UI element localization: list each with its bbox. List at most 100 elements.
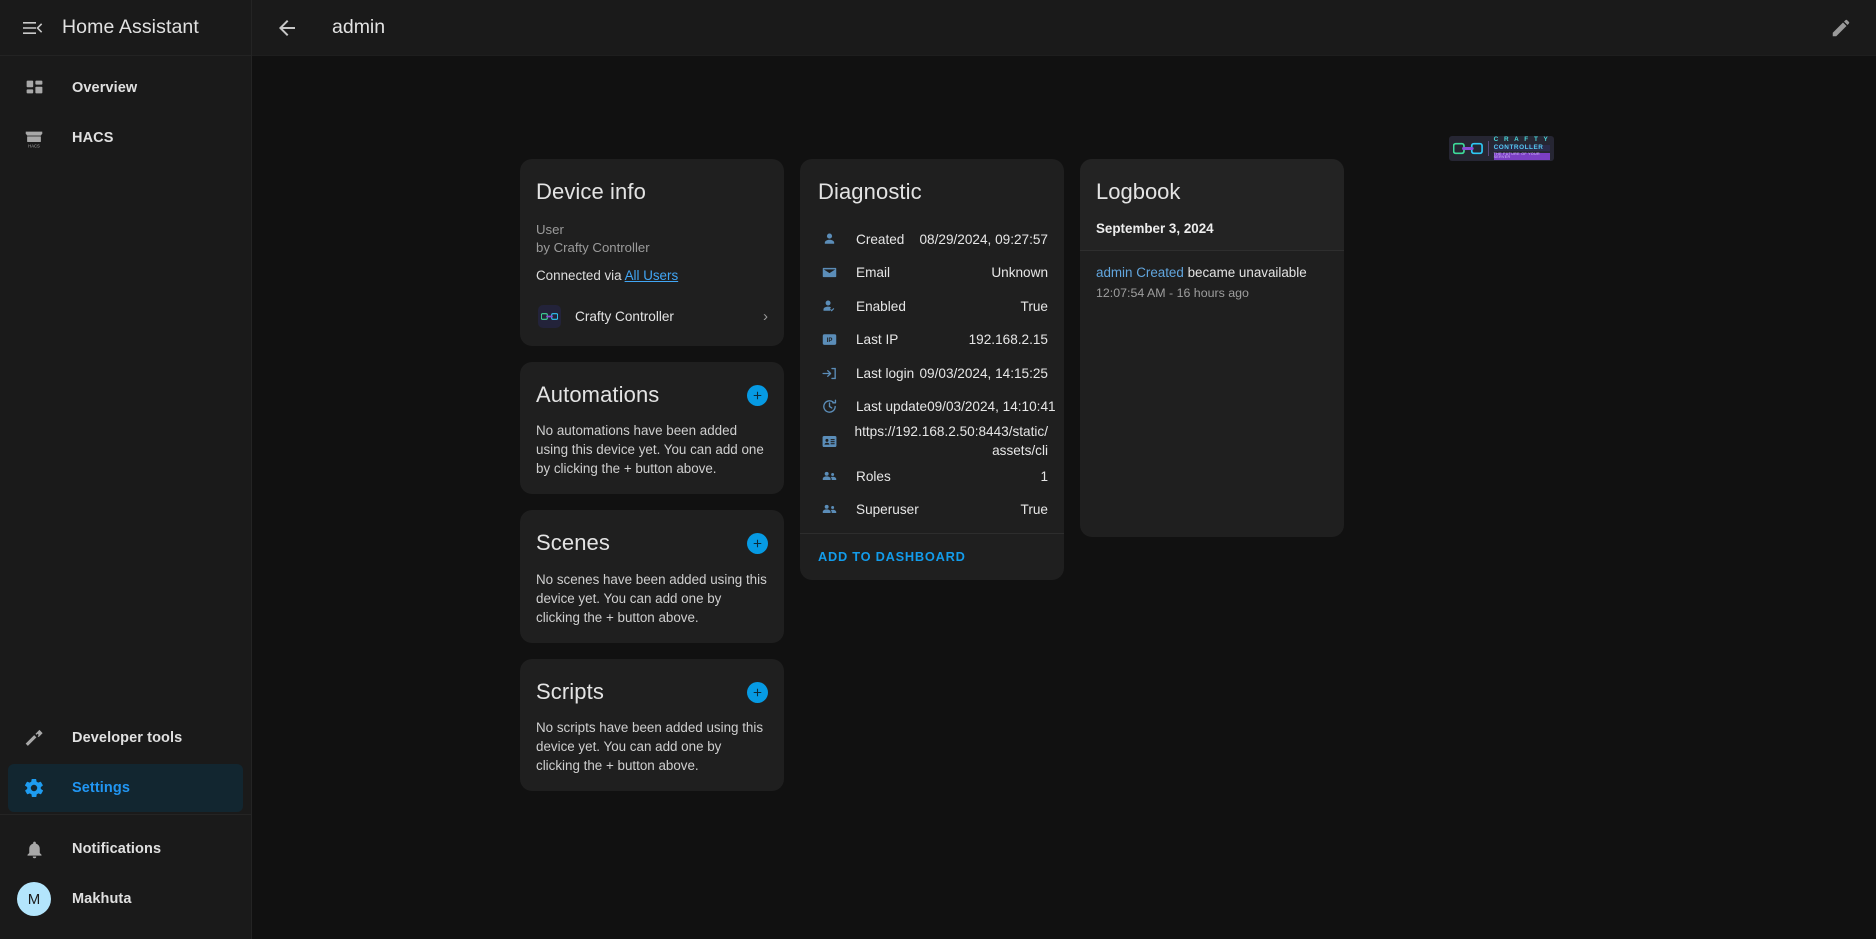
diagnostic-value: True [1020,298,1048,314]
diagnostic-key: Superuser [856,502,919,518]
via-device-name: Crafty Controller [575,308,674,324]
diagnostic-value: 08/29/2024, 09:27:57 [919,231,1048,247]
scenes-title: Scenes [536,530,610,556]
diagnostic-key: Last IP [856,332,899,348]
device-manufacturer: by Crafty Controller [536,240,650,256]
device-info-card: Device info User by Crafty Controller Co… [520,159,784,346]
column-left: Device info User by Crafty Controller Co… [520,159,784,792]
dashboard-icon [20,78,48,99]
diagnostic-rows: Created 08/29/2024, 09:27:57 Email Unkno… [818,222,1056,527]
connected-via-prefix: Connected via [536,267,625,283]
device-info-title: Device info [536,179,646,204]
account-group-icon [818,501,840,518]
hammer-icon [20,727,48,749]
add-automation-button[interactable] [747,384,768,406]
diagnostic-value: https://192.168.2.50:8443/static/assets/… [854,424,1048,458]
diagnostic-value: 1 [1040,468,1048,484]
diagnostic-key: Last update [856,399,928,415]
diagnostic-value: True [1020,502,1048,518]
scenes-card: Scenes No scenes have been added using t… [520,510,784,643]
column-middle: Diagnostic Created 08/29/2024, 09:27:57 [800,159,1064,791]
add-script-button[interactable] [747,681,768,703]
app-title: Home Assistant [62,16,199,38]
login-icon [818,365,840,382]
add-to-dashboard-button[interactable]: ADD TO DASHBOARD [818,549,966,564]
logbook-card: Logbook September 3, 2024 admin Created … [1080,159,1344,537]
page-title: admin [332,16,386,38]
sidebar-footer: Notifications M Makhuta [0,814,251,939]
diagnostic-key: Created [856,231,905,247]
logbook-title: Logbook [1096,179,1181,204]
hamburger-collapse-icon[interactable] [10,6,54,50]
avatar: M [17,882,51,916]
sidebar-item-label: Overview [72,80,138,96]
brand-divider [1487,141,1489,156]
page-content: C R A F T Y CONTROLLER THE FUTURE OF YOU… [252,56,1876,939]
logbook-date: September 3, 2024 [1096,221,1214,236]
brand-wordmark: C R A F T Y CONTROLLER THE FUTURE OF YOU… [1493,136,1550,160]
diagnostic-title: Diagnostic [818,179,922,204]
svg-text:IP: IP [826,337,832,344]
id-card-icon [818,433,840,450]
avatar-initial: M [17,882,51,916]
diagnostic-row-last-update: Last update 09/03/2024, 14:10:41 [818,390,1056,424]
logbook-entity-link[interactable]: admin Created [1096,265,1184,280]
all-users-link[interactable]: All Users [625,268,679,283]
connected-via: Connected via All Users [536,268,768,283]
diagnostic-row-created: Created 08/29/2024, 09:27:57 [818,222,1048,256]
email-icon [818,264,840,281]
logbook-entry-time: 12:07:54 AM - 16 hours ago [1096,286,1249,301]
automations-card: Automations No automations have been add… [520,361,784,495]
svg-text:HACS: HACS [28,144,40,149]
brand-line-3: THE FUTURE OF YOUR SERVER [1493,152,1550,160]
sidebar-item-label: Makhuta [72,891,132,907]
account-group-icon [818,468,840,485]
sidebar-item-hacs[interactable]: HACS HACS [8,114,243,162]
logbook-entries: admin Created became unavailable 12:07:5… [1080,250,1344,316]
sidebar: Home Assistant Overview HACS HACS Develo… [0,0,252,939]
brand-line-1: C R A F T Y [1493,136,1550,143]
sidebar-item-label: Settings [72,780,130,796]
edit-button[interactable] [1818,5,1864,51]
diagnostic-value: 09/03/2024, 14:10:41 [927,399,1056,415]
gear-icon [20,777,48,799]
diagnostic-row-last-ip: IP Last IP 192.168.2.15 [818,323,1048,357]
via-device-row[interactable]: Crafty Controller › [536,303,768,330]
sidebar-item-settings[interactable]: Settings [8,764,243,812]
automations-title: Automations [536,381,660,407]
sidebar-item-overview[interactable]: Overview [8,64,243,112]
sidebar-item-developer-tools[interactable]: Developer tools [8,714,243,762]
diagnostic-row-roles: Roles 1 [818,460,1048,494]
diagnostic-card: Diagnostic Created 08/29/2024, 09:27:57 [800,159,1064,580]
sidebar-header: Home Assistant [0,0,251,56]
top-toolbar: admin [252,0,1876,56]
automations-empty-text: No automations have been added using thi… [536,423,764,477]
diagnostic-value: Unknown [991,265,1048,281]
back-button[interactable] [264,5,310,51]
hacs-storefront-icon: HACS [20,127,48,149]
account-check-icon [818,298,840,315]
bell-icon [20,839,48,860]
diagnostic-value: 192.168.2.15 [968,332,1048,348]
main-area: admin C R A F T Y CONTROLLER THE FUTURE … [252,0,1876,939]
add-scene-button[interactable] [747,533,768,555]
cards-grid: Device info User by Crafty Controller Co… [520,159,1344,792]
diagnostic-row-avatar-url: https://192.168.2.50:8443/static/assets/… [818,423,1048,459]
sidebar-item-user-profile[interactable]: M Makhuta [8,875,243,923]
sidebar-bottom-nav: Developer tools Settings [0,712,251,814]
sidebar-item-notifications[interactable]: Notifications [8,825,243,873]
diagnostic-row-superuser: Superuser True [818,493,1048,527]
sidebar-item-label: Notifications [72,841,162,857]
logbook-entry[interactable]: admin Created became unavailable 12:07:5… [1096,264,1328,300]
account-icon [818,231,840,248]
crafty-logo-icon [538,304,561,328]
device-model-value: User [536,222,564,238]
diagnostic-key: Roles [856,468,891,484]
scripts-title: Scripts [536,678,604,704]
diagnostic-card-footer: ADD TO DASHBOARD [800,532,1064,580]
chevron-right-icon: › [763,307,768,325]
app-root: Home Assistant Overview HACS HACS Develo… [0,0,1876,939]
logbook-entry-text: admin Created became unavailable [1096,264,1328,281]
diagnostic-key: Last login [856,365,915,381]
